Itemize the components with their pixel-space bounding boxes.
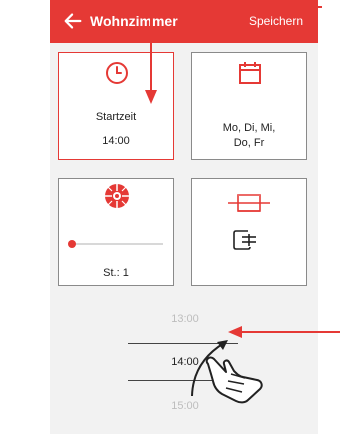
weekdays-line-2: Do, Fr [233, 137, 265, 149]
weekdays-line-1: Mo, Di, Mi, [222, 122, 276, 134]
start-time-card[interactable]: Startzeit 14:00 [58, 52, 174, 160]
weekdays-card[interactable]: Mo, Di, Mi, Do, Fr [191, 52, 307, 160]
mode-card[interactable] [191, 178, 307, 286]
save-button[interactable]: Speichern [249, 14, 303, 28]
picker-divider-bottom [128, 380, 238, 381]
time-picker[interactable]: 13:00 14:00 15:00 [120, 300, 250, 420]
fan-level-card[interactable]: St.: 1 [58, 178, 174, 286]
app-screen: Wohnzimmer Speichern Startzeit 14:00 Mo,… [50, 0, 318, 434]
fan-icon [105, 184, 129, 208]
enter-box-icon [233, 230, 256, 250]
picker-divider-top [128, 343, 238, 344]
fan-level-slider-thumb[interactable] [68, 240, 76, 248]
picker-item-next[interactable]: 15:00 [120, 400, 250, 412]
start-time-value: 14:00 [102, 135, 130, 147]
picker-item-prev[interactable]: 13:00 [120, 313, 250, 325]
back-arrow-icon[interactable] [62, 10, 84, 32]
calendar-icon [239, 62, 261, 84]
app-bar: Wohnzimmer Speichern [50, 0, 318, 43]
picker-item-selected[interactable]: 14:00 [120, 356, 250, 368]
page-title: Wohnzimmer [90, 13, 178, 29]
fan-level-slider-track[interactable] [71, 243, 163, 245]
fan-level-value: St.: 1 [103, 267, 129, 279]
start-time-label: Startzeit [95, 111, 137, 123]
switch-icon [228, 194, 270, 212]
clock-icon [106, 62, 128, 84]
